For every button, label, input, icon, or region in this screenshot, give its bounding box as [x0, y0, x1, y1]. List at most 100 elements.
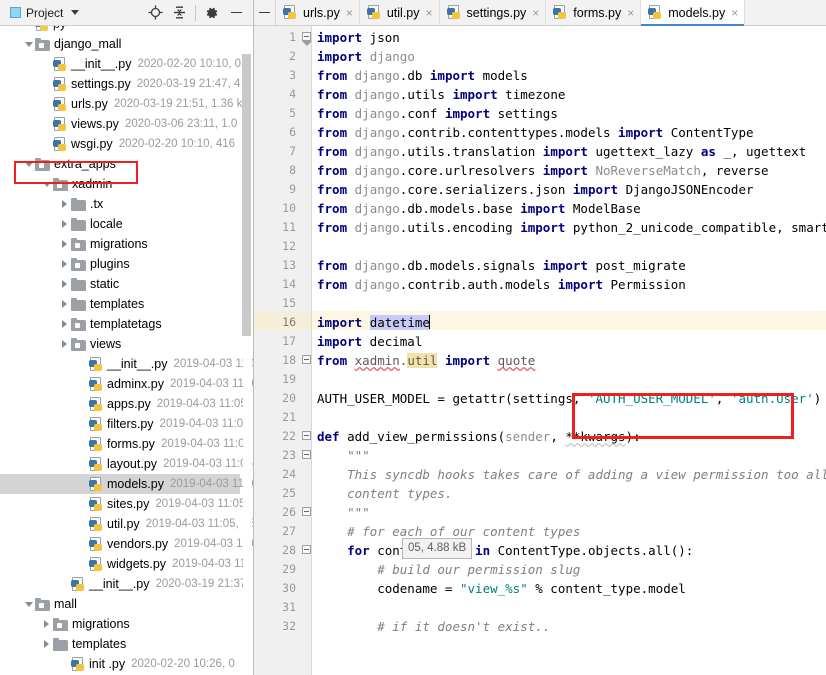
code-line: from django.db.models.signals import pos… — [317, 258, 686, 273]
tree-file-row[interactable]: __init__.py 2019-04-03 11:05 — [0, 354, 253, 374]
code-fold-toggle[interactable] — [302, 32, 312, 46]
tree-file-row[interactable]: py — [0, 26, 240, 34]
project-toolbar-actions — [144, 2, 249, 24]
code-line: from django.conf import settings — [317, 106, 558, 121]
editor-tab-settings-py[interactable]: settings.py × — [439, 0, 547, 25]
tree-folder-row[interactable]: plugins — [0, 254, 240, 274]
tree-folder-row[interactable]: extra_apps — [0, 154, 240, 174]
line-number: 23 — [282, 448, 296, 462]
chevron-right-icon[interactable] — [58, 334, 71, 354]
project-tree-scrollbar-thumb[interactable] — [242, 54, 251, 336]
tree-folder-row[interactable]: migrations — [0, 614, 240, 634]
code-fold-toggle[interactable] — [302, 545, 311, 554]
tree-folder-row[interactable]: .tx — [0, 194, 240, 214]
tree-file-row[interactable]: widgets.py 2019-04-03 11: — [0, 554, 249, 574]
tree-file-row[interactable]: settings.py 2020-03-19 21:47, 4 — [0, 74, 240, 94]
tree-node-meta: 2020-03-19 21:37, 0 — [155, 578, 254, 590]
collapse-all-icon[interactable] — [168, 2, 190, 24]
tree-file-row[interactable]: models.py 2019-04-03 11:0 — [0, 474, 253, 494]
tree-file-row[interactable]: __init__.py 2020-02-20 10:10, 0 — [0, 54, 241, 74]
chevron-down-icon[interactable] — [71, 10, 80, 15]
line-number: 24 — [282, 467, 296, 481]
editor-tab-urls-py[interactable]: urls.py × — [276, 0, 360, 25]
chevron-right-icon[interactable] — [58, 214, 71, 234]
chevron-right-icon[interactable] — [58, 314, 71, 334]
close-icon[interactable]: × — [346, 7, 353, 19]
tree-node-label: vendors.py — [107, 537, 169, 551]
tree-file-row[interactable]: vendors.py2019-04-03 11:05, 4.88 kB — [0, 534, 253, 554]
tree-node-label: .tx — [90, 197, 104, 211]
tree-file-row[interactable]: apps.py 2019-04-03 11:05, — [0, 394, 250, 414]
editor-tabs: urls.py × util.py × settings.py × forms.py × mod… — [276, 0, 746, 26]
close-icon[interactable]: × — [426, 7, 433, 19]
editor-tab-util-py[interactable]: util.py × — [359, 0, 440, 25]
tree-folder-row[interactable]: django_mall — [0, 34, 240, 54]
editor-minimize-icon[interactable] — [254, 0, 276, 25]
tree-file-row[interactable]: util.py 2019-04-03 11:05, 15 — [0, 514, 253, 534]
tree-node-label: filters.py — [107, 417, 154, 431]
tree-folder-row[interactable]: templates — [0, 294, 240, 314]
tree-folder-row[interactable]: mall — [0, 594, 240, 614]
tree-file-row[interactable]: sites.py 2019-04-03 11:05, — [0, 494, 249, 514]
tree-folder-row[interactable]: templates — [0, 634, 240, 654]
source-folder-icon — [71, 337, 86, 351]
chevron-down-icon[interactable] — [22, 594, 35, 614]
chevron-right-icon[interactable] — [40, 634, 53, 654]
pycharm-window: Project django_mall __init__.py 2020-02-… — [0, 0, 826, 675]
close-icon[interactable]: × — [731, 7, 738, 19]
chevron-down-icon[interactable] — [22, 34, 35, 54]
tree-node-label: models.py — [107, 477, 164, 491]
chevron-right-icon[interactable] — [58, 234, 71, 254]
chevron-down-icon[interactable] — [40, 174, 53, 194]
python-file-icon — [89, 416, 104, 432]
tree-file-row[interactable]: filters.py 2019-04-03 11:05, — [0, 414, 253, 434]
tree-file-row[interactable]: __init__.py 2020-03-19 21:37, 0 — [0, 574, 253, 594]
project-tree-scrollbar-track[interactable] — [242, 26, 252, 675]
chevron-right-icon[interactable] — [40, 614, 53, 634]
minimize-icon[interactable] — [225, 2, 247, 24]
tree-node-label: apps.py — [107, 397, 151, 411]
editor-tab-forms-py[interactable]: forms.py × — [546, 0, 642, 25]
chevron-right-icon[interactable] — [58, 294, 71, 314]
python-file-icon — [89, 496, 104, 512]
locate-icon[interactable] — [144, 2, 166, 24]
code-fold-strip[interactable] — [301, 26, 311, 675]
tree-folder-row[interactable]: xadmin — [0, 174, 240, 194]
chevron-right-icon[interactable] — [58, 194, 71, 214]
tree-file-row[interactable]: init .py 2020-02-20 10:26, 0 — [0, 654, 240, 674]
tree-file-row[interactable]: adminx.py 2019-04-03 11:0 — [0, 374, 253, 394]
chevron-right-icon[interactable] — [58, 274, 71, 294]
tree-file-row[interactable]: layout.py 2019-04-03 11:05 — [0, 454, 253, 474]
tree-file-row[interactable]: forms.py 2019-04-03 11:05 — [0, 434, 251, 454]
tree-file-row[interactable]: wsgi.py 2020-02-20 10:10, 416 — [0, 134, 240, 154]
chevron-down-icon[interactable] — [22, 154, 35, 174]
editor-area: urls.py × util.py × settings.py × forms.py × mod… — [254, 0, 826, 675]
tree-node-label: __init__.py — [107, 357, 168, 371]
project-view-selector[interactable]: Project — [4, 6, 80, 20]
chevron-right-icon[interactable] — [58, 254, 71, 274]
code-fold-toggle[interactable] — [302, 355, 311, 364]
close-icon[interactable]: × — [532, 7, 539, 19]
tree-file-row[interactable]: views.py 2020-03-06 23:11, 1.0 — [0, 114, 240, 134]
tree-folder-row[interactable]: migrations — [0, 234, 240, 254]
code-line: from django.utils.encoding import python… — [317, 220, 826, 235]
close-icon[interactable]: × — [627, 7, 634, 19]
project-tree-scroll[interactable]: py django_mall __init__.py 2020-02-20 10:10… — [0, 26, 253, 675]
code-fold-toggle[interactable] — [302, 507, 311, 516]
tree-folder-row[interactable]: templatetags — [0, 314, 240, 334]
code-editor[interactable]: 1 import json 2 import django 3 from django.d… — [254, 26, 826, 675]
settings-gear-icon[interactable] — [201, 2, 223, 24]
editor-tab-label: settings.py — [466, 5, 527, 20]
tree-folder-row[interactable]: locale — [0, 214, 240, 234]
tree-file-row[interactable]: urls.py 2020-03-19 21:51, 1.36 k — [0, 94, 242, 114]
tree-folder-row[interactable]: static — [0, 274, 240, 294]
tree-folder-row[interactable]: views — [0, 334, 240, 354]
code-fold-toggle[interactable] — [302, 431, 311, 440]
editor-tab-models-py[interactable]: models.py × — [641, 0, 746, 26]
code-line: from django.core.serializers.json import… — [317, 182, 754, 197]
code-fold-toggle[interactable] — [302, 450, 311, 459]
